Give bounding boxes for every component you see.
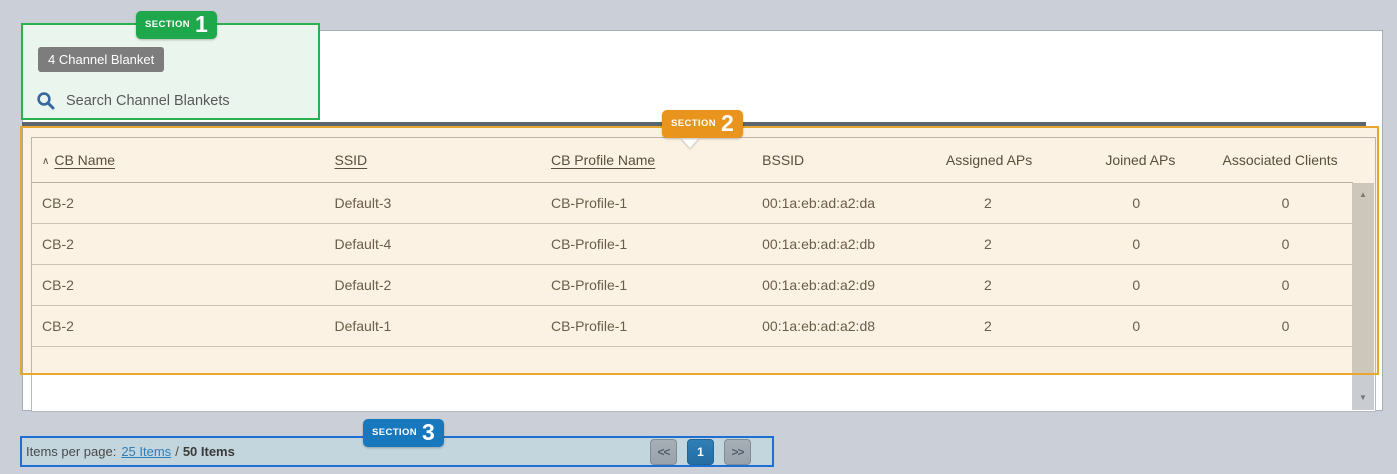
cell: 00:1a:eb:ad:a2:da: [762, 195, 876, 211]
search-input[interactable]: [64, 91, 288, 110]
cell: 0: [1213, 306, 1353, 347]
column-header-label: Joined APs: [1105, 152, 1176, 168]
cell: 0: [1095, 224, 1212, 265]
cell: CB-2: [42, 277, 74, 293]
column-header-6: Associated Clients: [1212, 138, 1353, 183]
channel-blanket-toolbar: 4 Channel Blanket: [21, 23, 320, 120]
column-header-2[interactable]: CB Profile Name: [540, 138, 753, 183]
cell: 0: [1213, 183, 1353, 224]
sort-ascending-icon: ∧: [42, 156, 50, 167]
page-size-link[interactable]: 25 Items: [121, 444, 171, 459]
cell: Default-4: [334, 236, 392, 252]
cell-value: 2: [983, 318, 992, 334]
cell-value: 0: [1132, 236, 1141, 252]
cell-value: 0: [1281, 236, 1290, 252]
table-row[interactable]: CB-2 Default-4 CB-Profile-1 00:1a:eb:ad:a2:…: [32, 224, 1353, 265]
cell: 00:1a:eb:ad:a2:d8: [762, 318, 876, 334]
column-header-3: BSSID: [752, 138, 936, 183]
column-header-0[interactable]: ∧ CB Name: [32, 138, 325, 183]
cell-value: 2: [983, 277, 992, 293]
cell: 2: [936, 224, 1095, 265]
cell: 2: [936, 265, 1095, 306]
table-row[interactable]: CB-2 Default-1 CB-Profile-1 00:1a:eb:ad:a2:…: [32, 306, 1353, 347]
cell-value: 0: [1132, 195, 1141, 211]
items-per-page-label: Items per page:: [26, 444, 117, 459]
column-header-label: BSSID: [762, 152, 805, 168]
column-header-4: Assigned APs: [935, 138, 1096, 183]
next-page-button[interactable]: >>: [724, 438, 751, 465]
cell: CB-Profile-1: [550, 277, 628, 293]
column-header-label: SSID: [334, 152, 368, 168]
cell-value: 0: [1281, 277, 1290, 293]
pagination-bar: Items per page: 25 Items / 50 Items << 1…: [20, 436, 774, 467]
column-header-label: CB Profile Name: [550, 152, 656, 168]
prev-page-button[interactable]: <<: [650, 438, 677, 465]
cell-value: 0: [1132, 277, 1141, 293]
channel-blanket-table: ∧ CB Name SSID CB Profile Name BSSID Assigned…: [31, 137, 1376, 412]
cell: CB-Profile-1: [550, 318, 628, 334]
pager: << 1 >>: [650, 438, 751, 465]
cell-value: 0: [1132, 318, 1141, 334]
pagination-separator: /: [175, 444, 179, 459]
cell: 0: [1095, 265, 1212, 306]
cell: CB-Profile-1: [550, 195, 628, 211]
cell: 00:1a:eb:ad:a2:d9: [762, 277, 876, 293]
cell: 00:1a:eb:ad:a2:db: [762, 236, 876, 252]
current-page-button[interactable]: 1: [687, 438, 714, 465]
column-header-label: Associated Clients: [1222, 152, 1338, 168]
table-row[interactable]: CB-2 Default-2 CB-Profile-1 00:1a:eb:ad:a2:…: [32, 265, 1353, 306]
cell: 0: [1213, 224, 1353, 265]
scroll-up-icon[interactable]: ▲: [1352, 187, 1374, 203]
search-icon: [36, 91, 55, 110]
cell: 0: [1095, 306, 1212, 347]
table-header-row: ∧ CB Name SSID CB Profile Name BSSID Assigned…: [32, 138, 1353, 183]
column-header-1[interactable]: SSID: [324, 138, 541, 183]
cell: CB-Profile-1: [550, 236, 628, 252]
cell: 0: [1095, 183, 1212, 224]
cell: 2: [936, 306, 1095, 347]
cell: Default-1: [334, 318, 392, 334]
cell: Default-2: [334, 277, 392, 293]
table-body: CB-2 Default-3 CB-Profile-1 00:1a:eb:ad:a2:…: [32, 183, 1353, 347]
cell: CB-2: [42, 236, 74, 252]
column-header-label: CB Name: [54, 152, 116, 168]
total-items-label: 50 Items: [182, 444, 235, 459]
table-row[interactable]: CB-2 Default-3 CB-Profile-1 00:1a:eb:ad:a2:…: [32, 183, 1353, 224]
cell: 0: [1213, 265, 1353, 306]
scroll-down-icon[interactable]: ▼: [1352, 390, 1374, 406]
column-header-5: Joined APs: [1095, 138, 1213, 183]
cell-value: 2: [983, 236, 992, 252]
cell: 2: [936, 183, 1095, 224]
cell-value: 0: [1281, 195, 1290, 211]
cell: Default-3: [334, 195, 392, 211]
cell: CB-2: [42, 318, 74, 334]
channel-blanket-count-chip: 4 Channel Blanket: [38, 47, 165, 72]
search-field[interactable]: [36, 91, 288, 110]
column-header-label: Assigned APs: [945, 152, 1033, 168]
cell: CB-2: [42, 195, 74, 211]
panel-divider: [22, 122, 1366, 126]
cell-value: 2: [983, 195, 992, 211]
vertical-scrollbar[interactable]: ▲ ▼: [1352, 183, 1374, 410]
cell-value: 0: [1281, 318, 1290, 334]
